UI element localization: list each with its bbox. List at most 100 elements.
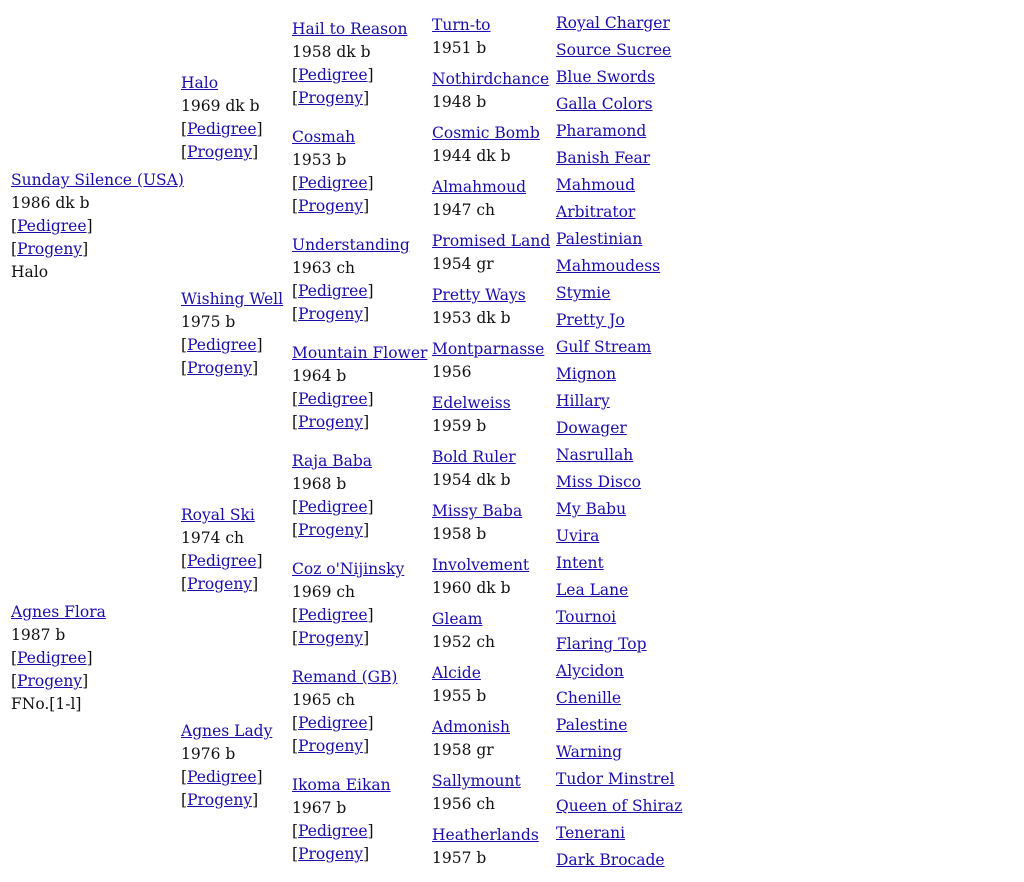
pedigree-link[interactable]: Pedigree [298, 66, 367, 84]
horse-name-link[interactable]: Hail to Reason [292, 20, 407, 38]
horse-name-link[interactable]: Cosmic Bomb [432, 124, 540, 142]
horse-name-link[interactable]: Mountain Flower [292, 344, 427, 362]
progeny-link[interactable]: Progeny [298, 413, 363, 431]
bracket-close: ] [367, 822, 374, 840]
horse-name-link[interactable]: Montparnasse [432, 340, 544, 358]
progeny-link[interactable]: Progeny [187, 359, 252, 377]
progeny-link[interactable]: Progeny [187, 143, 252, 161]
progeny-link[interactable]: Progeny [17, 240, 82, 258]
gen4-entry: Turn-to 1951 b [432, 14, 491, 60]
sire-info: 1986 dk b [11, 194, 90, 212]
gen3-entry: Remand (GB) 1965 ch [Pedigree] [Progeny] [292, 666, 397, 758]
gen5-horse-link[interactable]: Flaring Top [556, 631, 682, 658]
pedigree-link[interactable]: Pedigree [17, 217, 86, 235]
progeny-link[interactable]: Progeny [298, 845, 363, 863]
horse-name-link[interactable]: Gleam [432, 610, 482, 628]
gen5-horse-link[interactable]: Miss Disco [556, 469, 682, 496]
gen5-horse-link[interactable]: Stymie [556, 280, 682, 307]
horse-name-link[interactable]: Involvement [432, 556, 529, 574]
gen5-horse-link[interactable]: Mignon [556, 361, 682, 388]
gen5-horse-link[interactable]: Uvira [556, 523, 682, 550]
horse-name-link[interactable]: Ikoma Eikan [292, 776, 391, 794]
progeny-link[interactable]: Progeny [298, 737, 363, 755]
horse-name-link[interactable]: Heatherlands [432, 826, 539, 844]
gen5-horse-link[interactable]: Gulf Stream [556, 334, 682, 361]
horse-name-link[interactable]: Coz o'Nijinsky [292, 560, 404, 578]
pedigree-link[interactable]: Pedigree [298, 390, 367, 408]
horse-name-link[interactable]: Missy Baba [432, 502, 522, 520]
horse-name-link[interactable]: Halo [181, 74, 218, 92]
pedigree-link[interactable]: Pedigree [298, 714, 367, 732]
progeny-link[interactable]: Progeny [298, 629, 363, 647]
gen5-horse-link[interactable]: Palestine [556, 712, 682, 739]
progeny-link[interactable]: Progeny [298, 521, 363, 539]
pedigree-link[interactable]: Pedigree [298, 174, 367, 192]
gen5-horse-link[interactable]: Arbitrator [556, 199, 682, 226]
pedigree-link[interactable]: Pedigree [187, 768, 256, 786]
gen5-horse-link[interactable]: Source Sucree [556, 37, 682, 64]
pedigree-link[interactable]: Pedigree [187, 552, 256, 570]
gen5-horse-link[interactable]: Royal Charger [556, 10, 682, 37]
sire-note: Halo [11, 263, 49, 281]
gen5-horse-link[interactable]: Blue Swords [556, 64, 682, 91]
progeny-link[interactable]: Progeny [187, 791, 252, 809]
pedigree-link[interactable]: Pedigree [298, 606, 367, 624]
gen5-horse-link[interactable]: Warning [556, 739, 682, 766]
gen5-horse-link[interactable]: Lea Lane [556, 577, 682, 604]
gen5-horse-link[interactable]: Tenerani [556, 820, 682, 847]
gen5-horse-link[interactable]: Palestinian [556, 226, 682, 253]
horse-name-link[interactable]: Admonish [432, 718, 510, 736]
horse-name-link[interactable]: Alcide [432, 664, 481, 682]
gen5-horse-link[interactable]: Alycidon [556, 658, 682, 685]
gen5-horse-link[interactable]: Dowager [556, 415, 682, 442]
gen3-entry: Coz o'Nijinsky 1969 ch [Pedigree] [Proge… [292, 558, 404, 650]
gen5-horse-link[interactable]: Intent [556, 550, 682, 577]
horse-name-link[interactable]: Promised Land [432, 232, 550, 250]
gen5-horse-link[interactable]: Tournoi [556, 604, 682, 631]
horse-info: 1969 dk b [181, 97, 260, 115]
gen5-horse-link[interactable]: Hillary [556, 388, 682, 415]
pedigree-link[interactable]: Pedigree [298, 822, 367, 840]
horse-name-link[interactable]: Royal Ski [181, 506, 255, 524]
bracket-close: ] [363, 413, 370, 431]
gen5-horse-link[interactable]: Pretty Jo [556, 307, 682, 334]
horse-name-link[interactable]: Bold Ruler [432, 448, 516, 466]
pedigree-link[interactable]: Pedigree [187, 120, 256, 138]
horse-name-link[interactable]: Wishing Well [181, 290, 283, 308]
pedigree-link[interactable]: Pedigree [187, 336, 256, 354]
horse-name-link[interactable]: Nothirdchance [432, 70, 549, 88]
gen5-horse-link[interactable]: Dark Brocade [556, 847, 682, 874]
gen5-horse-link[interactable]: Chenille [556, 685, 682, 712]
horse-name-link[interactable]: Pretty Ways [432, 286, 526, 304]
horse-name-link[interactable]: Agnes Lady [181, 722, 272, 740]
gen5-horse-link[interactable]: Mahmoud [556, 172, 682, 199]
pedigree-link[interactable]: Pedigree [17, 649, 86, 667]
gen5-horse-link[interactable]: Pharamond [556, 118, 682, 145]
horse-name-link[interactable]: Edelweiss [432, 394, 511, 412]
horse-info: 1967 b [292, 799, 347, 817]
horse-info: 1958 b [432, 525, 487, 543]
horse-name-link[interactable]: Understanding [292, 236, 410, 254]
sire-name-link[interactable]: Sunday Silence (USA) [11, 171, 184, 189]
gen5-horse-link[interactable]: Tudor Minstrel [556, 766, 682, 793]
progeny-link[interactable]: Progeny [298, 89, 363, 107]
progeny-link[interactable]: Progeny [298, 305, 363, 323]
pedigree-link[interactable]: Pedigree [298, 498, 367, 516]
horse-name-link[interactable]: Turn-to [432, 16, 491, 34]
progeny-link[interactable]: Progeny [187, 575, 252, 593]
horse-name-link[interactable]: Remand (GB) [292, 668, 397, 686]
gen5-horse-link[interactable]: Nasrullah [556, 442, 682, 469]
progeny-link[interactable]: Progeny [298, 197, 363, 215]
pedigree-link[interactable]: Pedigree [298, 282, 367, 300]
horse-name-link[interactable]: Sallymount [432, 772, 521, 790]
gen5-horse-link[interactable]: My Babu [556, 496, 682, 523]
horse-name-link[interactable]: Raja Baba [292, 452, 372, 470]
progeny-link[interactable]: Progeny [17, 672, 82, 690]
gen5-horse-link[interactable]: Banish Fear [556, 145, 682, 172]
gen5-horse-link[interactable]: Queen of Shiraz [556, 793, 682, 820]
horse-name-link[interactable]: Cosmah [292, 128, 355, 146]
horse-name-link[interactable]: Almahmoud [432, 178, 526, 196]
dam-name-link[interactable]: Agnes Flora [11, 603, 106, 621]
gen5-horse-link[interactable]: Mahmoudess [556, 253, 682, 280]
gen5-horse-link[interactable]: Galla Colors [556, 91, 682, 118]
